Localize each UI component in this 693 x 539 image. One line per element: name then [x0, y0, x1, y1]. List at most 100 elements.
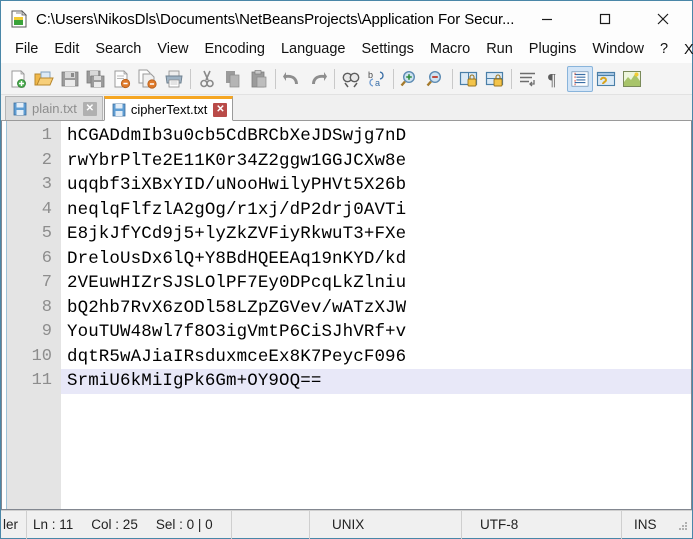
- tab-label: cipherText.txt: [130, 102, 208, 117]
- menu-file[interactable]: File: [7, 39, 46, 61]
- undo-icon[interactable]: [279, 66, 305, 92]
- line-number: 3: [41, 175, 52, 194]
- menu-settings[interactable]: Settings: [353, 39, 421, 61]
- line-number: 6: [41, 248, 52, 268]
- editor-area[interactable]: 1 2 3 4 5 6 7 8 9 10 11 hCGADdmIb3u0cb5C…: [1, 121, 692, 510]
- line-number: 1: [41, 126, 52, 145]
- menu-run[interactable]: Run: [478, 39, 521, 61]
- close-file-icon[interactable]: [109, 66, 135, 92]
- menu-encoding[interactable]: Encoding: [197, 39, 273, 61]
- line-number: 11: [31, 371, 52, 390]
- status-eol-format[interactable]: UNIX: [310, 510, 462, 539]
- code-line[interactable]: rwYbrPlTe2E11K0r34Z2ggw1GGJCXw8e: [61, 149, 691, 174]
- close-all-files-icon[interactable]: [135, 66, 161, 92]
- indent-guide-icon[interactable]: [567, 65, 593, 92]
- status-caret-position: Ln : 11 Col : 25 Sel : 0 | 0: [27, 510, 232, 539]
- status-insert-mode[interactable]: INS: [622, 511, 674, 539]
- svg-text:b: b: [368, 70, 373, 80]
- tab-plain-txt[interactable]: plain.txt ✕: [5, 96, 103, 120]
- sync-horizontal-scroll-icon[interactable]: [482, 66, 508, 92]
- status-document-type: ler: [1, 510, 27, 539]
- menu-language[interactable]: Language: [273, 39, 354, 61]
- toolbar: b a ¶: [1, 63, 692, 95]
- replace-icon[interactable]: b a: [364, 66, 390, 92]
- print-icon[interactable]: [161, 66, 187, 92]
- save-icon[interactable]: [57, 66, 83, 92]
- menu-edit[interactable]: Edit: [46, 39, 87, 61]
- code-line[interactable]: hCGADdmIb3u0cb5CdBRCbXeJDSwjg7nD: [61, 124, 691, 149]
- toolbar-separator: [511, 68, 512, 89]
- toolbar-separator: [190, 68, 191, 89]
- menu-help[interactable]: ?: [652, 39, 676, 61]
- toolbar-separator: [452, 68, 453, 89]
- line-number: 8: [41, 297, 52, 317]
- window-controls: [518, 1, 692, 37]
- zoom-out-icon[interactable]: [423, 66, 449, 92]
- maximize-button[interactable]: [576, 1, 634, 37]
- status-spacer: [232, 510, 310, 539]
- code-line[interactable]: YouTUW48wl7f8O3igVmtP6CiSJhVRf+v: [61, 320, 691, 345]
- menu-macro[interactable]: Macro: [422, 39, 478, 61]
- notepad-plus-plus-icon[interactable]: [10, 10, 28, 28]
- tab-close-icon[interactable]: ✕: [213, 102, 228, 117]
- code-line-current[interactable]: SrmiU6kMiIgPk6Gm+OY9OQ==: [61, 369, 691, 394]
- line-number: 10: [31, 346, 52, 366]
- redo-icon[interactable]: [305, 66, 331, 92]
- status-column: Col : 25: [91, 517, 138, 532]
- minimize-button[interactable]: [518, 1, 576, 37]
- toolbar-separator: [393, 68, 394, 89]
- paste-icon[interactable]: [246, 66, 272, 92]
- close-button[interactable]: [634, 1, 692, 37]
- copy-icon[interactable]: [220, 66, 246, 92]
- find-icon[interactable]: [338, 66, 364, 92]
- status-selection: Sel : 0 | 0: [155, 517, 213, 532]
- tab-ciphertext-txt[interactable]: cipherText.txt ✕: [103, 96, 234, 121]
- menu-bar: File Edit Search View Encoding Language …: [1, 37, 693, 63]
- word-wrap-icon[interactable]: [515, 66, 541, 92]
- notepad-plus-plus-window: C:\Users\NikosDls\Documents\NetBeansProj…: [0, 0, 693, 539]
- show-all-characters-icon[interactable]: ¶: [541, 66, 567, 92]
- line-number: 2: [41, 150, 52, 170]
- save-icon: [112, 103, 126, 117]
- code-line[interactable]: dqtR5wAJiaIRsduxmceEx8K7PeycF096: [61, 345, 691, 370]
- code-line[interactable]: E8jkJfYCd9j5+lyZkZVFiyRkwuT3+FXe: [61, 222, 691, 247]
- toolbar-separator: [275, 68, 276, 89]
- document-map-icon[interactable]: [619, 66, 645, 92]
- status-bar: ler Ln : 11 Col : 25 Sel : 0 | 0 UNIX UT…: [1, 510, 692, 539]
- close-document-button[interactable]: X: [676, 39, 693, 62]
- line-number: 4: [41, 199, 52, 219]
- menu-window[interactable]: Window: [584, 39, 652, 61]
- line-number: 9: [41, 322, 52, 341]
- menu-search[interactable]: Search: [87, 39, 149, 61]
- menu-plugins[interactable]: Plugins: [521, 39, 585, 61]
- window-title: C:\Users\NikosDls\Documents\NetBeansProj…: [36, 10, 515, 28]
- new-file-icon[interactable]: [5, 66, 31, 92]
- status-encoding[interactable]: UTF-8: [462, 510, 622, 539]
- tab-label: plain.txt: [32, 101, 77, 116]
- line-number-gutter: 1 2 3 4 5 6 7 8 9 10 11: [7, 121, 61, 509]
- svg-text:¶: ¶: [548, 70, 556, 89]
- save-icon: [13, 102, 27, 116]
- tab-close-icon[interactable]: ✕: [82, 101, 97, 116]
- resize-grip-icon[interactable]: [674, 517, 690, 533]
- toolbar-separator: [334, 68, 335, 89]
- line-number: 7: [41, 273, 52, 292]
- code-content[interactable]: hCGADdmIb3u0cb5CdBRCbXeJDSwjg7nD rwYbrPl…: [61, 121, 691, 509]
- save-all-icon[interactable]: [83, 66, 109, 92]
- title-bar[interactable]: C:\Users\NikosDls\Documents\NetBeansProj…: [1, 1, 692, 37]
- code-line[interactable]: 2VEuwHIZrSJSLOlPF7Ey0DPcqLkZlniu: [61, 271, 691, 296]
- code-line[interactable]: DreloUsDx6lQ+Y8BdHQEEAq19nKYD/kd: [61, 247, 691, 272]
- status-line: Ln : 11: [33, 517, 74, 532]
- zoom-in-icon[interactable]: [397, 66, 423, 92]
- code-line[interactable]: bQ2hb7RvX6zODl58LZpZGVev/wATzXJW: [61, 296, 691, 321]
- cut-icon[interactable]: [194, 66, 220, 92]
- line-number: 5: [41, 224, 52, 243]
- open-file-icon[interactable]: [31, 66, 57, 92]
- user-defined-dialog-icon[interactable]: [593, 66, 619, 92]
- tab-bar: plain.txt ✕ cipherText.txt ✕: [1, 95, 692, 121]
- svg-text:a: a: [375, 78, 380, 88]
- sync-vertical-scroll-icon[interactable]: [456, 66, 482, 92]
- code-line[interactable]: neqlqFlfzlA2gOg/r1xj/dP2drj0AVTi: [61, 198, 691, 223]
- menu-view[interactable]: View: [149, 39, 196, 61]
- code-line[interactable]: uqqbf3iXBxYID/uNooHwilyPHVt5X26b: [61, 173, 691, 198]
